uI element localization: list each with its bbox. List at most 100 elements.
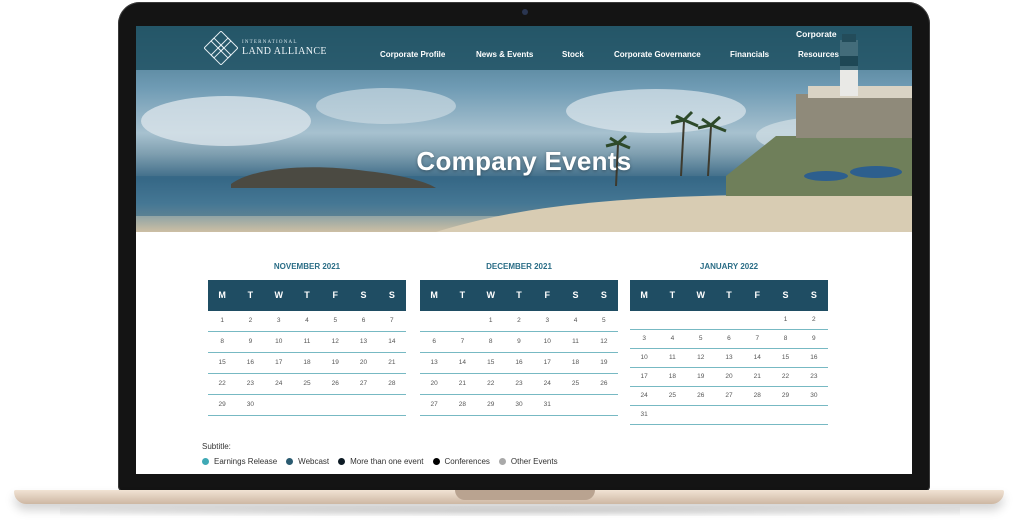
calendar-day-cell[interactable]: 24: [630, 387, 658, 405]
calendar-day-cell[interactable]: 26: [321, 374, 349, 394]
calendar-day-cell[interactable]: 23: [800, 368, 828, 386]
calendar-day-cell[interactable]: 8: [771, 330, 799, 348]
calendar-day-cell[interactable]: 10: [630, 349, 658, 367]
company-logo[interactable]: INTERNATIONAL LAND ALLIANCE: [204, 31, 327, 65]
calendar-day-cell[interactable]: 17: [265, 353, 293, 373]
calendar-day-cell[interactable]: 5: [590, 311, 618, 331]
calendar-day-cell[interactable]: 28: [448, 395, 476, 415]
calendar-day-cell[interactable]: 8: [208, 332, 236, 352]
calendar-day-cell[interactable]: 21: [448, 374, 476, 394]
calendar-day-cell[interactable]: 17: [533, 353, 561, 373]
calendar-day-cell[interactable]: 18: [658, 368, 686, 386]
nav-corporate-profile[interactable]: Corporate Profile: [380, 50, 445, 59]
calendar-day-cell[interactable]: 18: [561, 353, 589, 373]
calendar-day-cell[interactable]: 6: [715, 330, 743, 348]
calendar-day-cell[interactable]: 25: [293, 374, 321, 394]
calendar-day-cell[interactable]: 28: [743, 387, 771, 405]
nav-corporate-governance[interactable]: Corporate Governance: [614, 50, 701, 59]
calendar-day-cell[interactable]: 20: [349, 353, 377, 373]
calendar-day-cell[interactable]: 28: [378, 374, 406, 394]
calendar-day-cell[interactable]: 12: [321, 332, 349, 352]
calendar-day-cell[interactable]: 10: [265, 332, 293, 352]
calendar-day-cell[interactable]: 1: [771, 311, 799, 329]
calendar-day-cell[interactable]: 22: [208, 374, 236, 394]
calendar-day-cell[interactable]: 25: [561, 374, 589, 394]
calendar-day-cell[interactable]: 7: [743, 330, 771, 348]
calendar-day-cell[interactable]: 9: [505, 332, 533, 352]
calendar-day-cell[interactable]: 20: [420, 374, 448, 394]
calendar-day-cell[interactable]: 16: [800, 349, 828, 367]
calendar-day-cell[interactable]: 9: [236, 332, 264, 352]
calendar-day-cell[interactable]: 22: [477, 374, 505, 394]
calendar-day-cell[interactable]: 14: [448, 353, 476, 373]
calendar-day-cell[interactable]: 2: [800, 311, 828, 329]
calendar-day-cell[interactable]: 3: [265, 311, 293, 331]
calendar-day-cell[interactable]: 27: [349, 374, 377, 394]
calendar-day-cell[interactable]: 29: [771, 387, 799, 405]
calendar-day-cell[interactable]: 11: [658, 349, 686, 367]
calendar-day-cell[interactable]: 13: [715, 349, 743, 367]
calendar-day-cell[interactable]: 3: [533, 311, 561, 331]
calendar-day-cell[interactable]: 16: [505, 353, 533, 373]
calendar-day-cell[interactable]: 2: [505, 311, 533, 331]
calendar-day-cell[interactable]: 22: [771, 368, 799, 386]
calendar-day-cell[interactable]: 29: [208, 395, 236, 415]
calendar-day-cell[interactable]: 4: [293, 311, 321, 331]
calendar-day-cell[interactable]: 1: [208, 311, 236, 331]
calendar-day-cell[interactable]: 19: [590, 353, 618, 373]
calendar-day-cell[interactable]: 7: [448, 332, 476, 352]
calendar-day-cell[interactable]: 4: [561, 311, 589, 331]
calendar-day-cell[interactable]: 14: [378, 332, 406, 352]
calendar-day-cell[interactable]: 24: [533, 374, 561, 394]
calendar-day-cell[interactable]: 16: [236, 353, 264, 373]
calendar-day-cell[interactable]: 23: [236, 374, 264, 394]
calendar-day-cell[interactable]: 4: [658, 330, 686, 348]
calendar-day-cell[interactable]: 11: [293, 332, 321, 352]
calendar-day-cell[interactable]: 13: [420, 353, 448, 373]
nav-resources[interactable]: Resources: [798, 50, 839, 59]
calendar-day-cell[interactable]: 31: [533, 395, 561, 415]
calendar-day-cell[interactable]: 20: [715, 368, 743, 386]
calendar-day-cell[interactable]: 12: [590, 332, 618, 352]
calendar-day-cell[interactable]: 6: [420, 332, 448, 352]
calendar-day-cell[interactable]: 12: [687, 349, 715, 367]
calendar-day-cell[interactable]: 30: [236, 395, 264, 415]
corporate-label[interactable]: Corporate: [796, 29, 837, 39]
calendar-day-cell[interactable]: 5: [687, 330, 715, 348]
calendar-day-cell[interactable]: 15: [477, 353, 505, 373]
calendar-day-cell[interactable]: 9: [800, 330, 828, 348]
calendar-day-cell[interactable]: 29: [477, 395, 505, 415]
calendar-day-cell[interactable]: 15: [771, 349, 799, 367]
calendar-day-cell[interactable]: 26: [687, 387, 715, 405]
calendar-day-cell[interactable]: 11: [561, 332, 589, 352]
calendar-day-cell[interactable]: 18: [293, 353, 321, 373]
calendar-day-cell[interactable]: 31: [630, 406, 658, 424]
calendar-day-cell[interactable]: 10: [533, 332, 561, 352]
calendar-day-cell[interactable]: 21: [378, 353, 406, 373]
nav-stock[interactable]: Stock: [562, 50, 584, 59]
nav-financials[interactable]: Financials: [730, 50, 769, 59]
calendar-day-cell[interactable]: 26: [590, 374, 618, 394]
calendar-day-cell[interactable]: 17: [630, 368, 658, 386]
calendar-day-cell[interactable]: 27: [715, 387, 743, 405]
calendar-day-cell[interactable]: 25: [658, 387, 686, 405]
calendar-day-cell[interactable]: 21: [743, 368, 771, 386]
calendar-day-cell[interactable]: 30: [505, 395, 533, 415]
calendar-day-cell[interactable]: 13: [349, 332, 377, 352]
calendar-day-cell[interactable]: 2: [236, 311, 264, 331]
nav-news-events[interactable]: News & Events: [476, 50, 533, 59]
calendar-day-cell[interactable]: 3: [630, 330, 658, 348]
calendar-day-cell[interactable]: 19: [687, 368, 715, 386]
calendar-day-cell[interactable]: 8: [477, 332, 505, 352]
calendar-day-cell[interactable]: 14: [743, 349, 771, 367]
calendar-day-cell[interactable]: 6: [349, 311, 377, 331]
calendar-day-cell[interactable]: 27: [420, 395, 448, 415]
calendar-day-cell[interactable]: 19: [321, 353, 349, 373]
calendar-day-cell[interactable]: 15: [208, 353, 236, 373]
calendar-day-cell[interactable]: 7: [378, 311, 406, 331]
calendar-day-cell[interactable]: 5: [321, 311, 349, 331]
calendar-day-cell[interactable]: 24: [265, 374, 293, 394]
calendar-day-cell[interactable]: 1: [477, 311, 505, 331]
calendar-day-cell[interactable]: 30: [800, 387, 828, 405]
calendar-day-cell[interactable]: 23: [505, 374, 533, 394]
